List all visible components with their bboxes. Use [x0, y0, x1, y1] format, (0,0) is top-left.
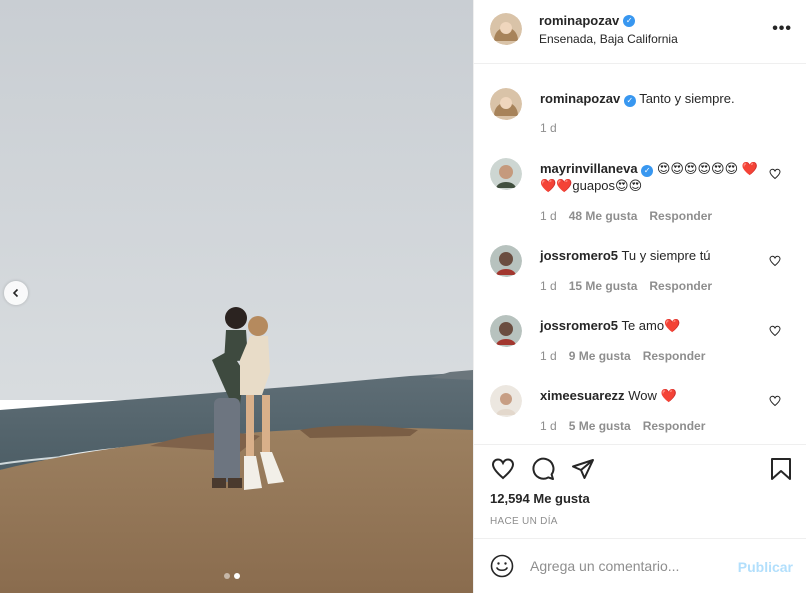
more-options-icon[interactable]: •••: [772, 20, 792, 38]
author-avatar[interactable]: [490, 88, 522, 120]
comment-username[interactable]: jossromero5: [540, 318, 618, 333]
carousel-dot: [224, 573, 230, 579]
reply-button[interactable]: Responder: [643, 419, 706, 433]
comment-likes[interactable]: 15 Me gusta: [569, 279, 638, 293]
heart-icon[interactable]: [769, 255, 781, 267]
likes-count[interactable]: 12,594 Me gusta: [490, 491, 590, 506]
verified-badge-icon: ✓: [623, 14, 636, 27]
comment-time: 1 d: [540, 209, 557, 223]
post-location[interactable]: Ensenada, Baja California: [539, 32, 678, 46]
caption-username[interactable]: rominapozav: [540, 91, 620, 106]
commenter-avatar[interactable]: [490, 385, 522, 417]
commenter-avatar[interactable]: [490, 315, 522, 347]
comment-meta: 1 d 5 Me gusta Responder: [540, 419, 705, 433]
post-timestamp[interactable]: HACE UN DÍA: [490, 516, 558, 527]
comment-input[interactable]: [530, 553, 730, 579]
comment-body: Te amo❤️: [621, 318, 681, 333]
reply-button[interactable]: Responder: [649, 279, 712, 293]
caption-time: 1 d: [540, 121, 557, 135]
reply-button[interactable]: Responder: [649, 209, 712, 223]
comment-likes[interactable]: 5 Me gusta: [569, 419, 631, 433]
comment-time: 1 d: [540, 279, 557, 293]
caption-meta: 1 d: [540, 121, 557, 135]
carousel-indicator: [224, 573, 240, 579]
comment-meta: 1 d 9 Me gusta Responder: [540, 349, 705, 363]
post-details-panel: rominapozav ✓ Ensenada, Baja California …: [473, 0, 806, 593]
comment-text: ximeesuarezz Wow ❤️: [540, 387, 770, 404]
comment-username[interactable]: mayrinvillaneva: [540, 161, 638, 176]
comments-list: rominapozav ✓ Tanto y siempre. 1 d mayri…: [474, 64, 806, 444]
commenter-avatar[interactable]: [490, 245, 522, 277]
publish-button[interactable]: Publicar: [738, 559, 793, 575]
heart-icon[interactable]: [769, 395, 781, 407]
comment-time: 1 d: [540, 419, 557, 433]
author-username[interactable]: rominapozav ✓: [539, 13, 636, 28]
comment-body: Wow ❤️: [628, 388, 677, 403]
emoji-icon[interactable]: [490, 554, 514, 578]
carousel-dot-active: [234, 573, 240, 579]
caption-text: rominapozav ✓ Tanto y siempre.: [540, 90, 770, 107]
comment-likes[interactable]: 9 Me gusta: [569, 349, 631, 363]
commenter-avatar[interactable]: [490, 158, 522, 190]
comment-body: Tu y siempre tú: [621, 248, 711, 263]
comment-username[interactable]: jossromero5: [540, 248, 618, 263]
post-header: rominapozav ✓ Ensenada, Baja California …: [474, 0, 806, 64]
comment-text: jossromero5 Tu y siempre tú: [540, 247, 770, 264]
reply-button[interactable]: Responder: [643, 349, 706, 363]
heart-icon[interactable]: [769, 325, 781, 337]
verified-badge-icon: ✓: [641, 164, 654, 177]
post-photo: [0, 0, 473, 593]
comment-icon[interactable]: [530, 457, 556, 481]
chevron-left-icon: [12, 288, 19, 298]
comment-likes[interactable]: 48 Me gusta: [569, 209, 638, 223]
add-comment-bar: Publicar: [474, 538, 806, 593]
bookmark-icon[interactable]: [770, 457, 792, 481]
comment-time: 1 d: [540, 349, 557, 363]
author-avatar[interactable]: [490, 13, 522, 45]
comment-text: mayrinvillaneva ✓ 😍😍😍😍😍😍 ❤️❤️❤️guapos😍😍: [540, 160, 770, 194]
caption-body: Tanto y siempre.: [639, 91, 735, 106]
comment-meta: 1 d 48 Me gusta Responder: [540, 209, 712, 223]
comment-meta: 1 d 15 Me gusta Responder: [540, 279, 712, 293]
post-actions: 12,594 Me gusta HACE UN DÍA: [474, 444, 806, 538]
carousel-prev-button[interactable]: [4, 281, 28, 305]
verified-badge-icon: ✓: [623, 94, 636, 107]
author-username-text[interactable]: rominapozav: [539, 13, 619, 28]
heart-icon[interactable]: [769, 168, 781, 180]
send-icon[interactable]: [570, 457, 596, 481]
comment-username[interactable]: ximeesuarezz: [540, 388, 625, 403]
heart-icon[interactable]: [490, 457, 516, 481]
comment-text: jossromero5 Te amo❤️: [540, 317, 770, 334]
